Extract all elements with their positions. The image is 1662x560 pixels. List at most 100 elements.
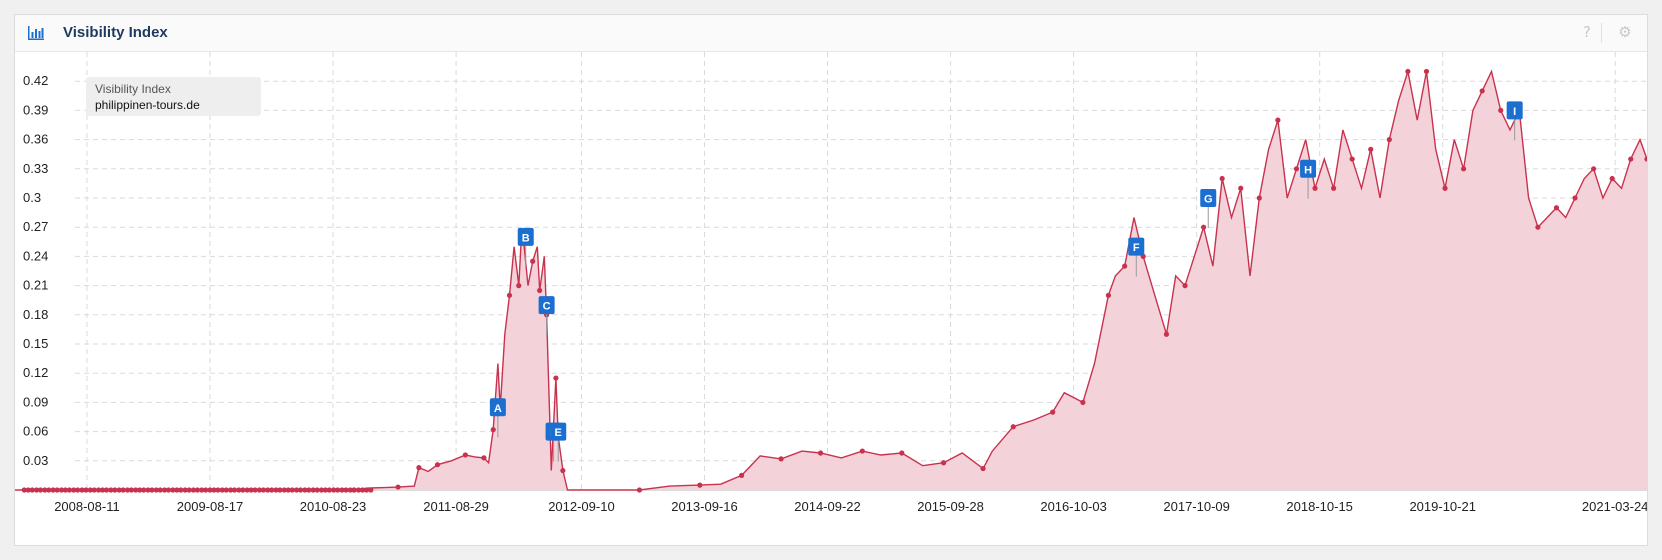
event-flag-label: H [1304,164,1312,176]
data-point [1628,156,1634,162]
x-tick-label: 2009-08-17 [177,499,244,514]
data-point [817,450,824,456]
data-point [462,452,468,458]
data-point [560,467,566,474]
data-point [351,487,357,493]
data-point [1386,137,1392,143]
data-point [1163,331,1170,337]
visibility-index-widget: Visibility Index ? ⚙ 0.03 0.06 0.09 0.12 0.1… [14,14,1648,546]
data-point [1256,195,1262,201]
data-point [980,465,986,472]
event-flag-label: C [543,301,551,313]
event-flag-label: G [1204,194,1213,206]
y-tick-label: 0.21 [23,278,48,293]
widget-title: Visibility Index [63,24,168,41]
x-tick-label: 2014-09-22 [794,499,861,514]
data-point [1405,68,1411,75]
data-point [697,482,703,488]
y-tick-label: 0.36 [23,132,48,147]
data-point [1461,166,1467,172]
x-tick-label: 2008-08-11 [54,499,120,514]
y-tick-label: 0.42 [23,73,48,88]
data-point [940,460,947,466]
data-point [1591,166,1597,172]
data-point [1368,146,1374,152]
y-tick-label: 0.12 [23,365,48,380]
data-point [1238,185,1244,191]
data-point [1105,292,1112,298]
data-point [899,450,905,456]
legend-label: Visibility Index [95,82,171,96]
event-flag-label: A [494,403,502,415]
data-point [1182,283,1188,289]
data-point [1535,224,1541,230]
y-tick-label: 0.24 [23,248,48,263]
visibility-area [15,71,1647,490]
data-point [1498,107,1504,113]
gear-icon[interactable]: ⚙ [1616,23,1634,41]
y-tick-label: 0.3 [23,190,41,205]
data-point [1331,185,1337,191]
data-point [1080,399,1086,405]
data-point [1349,156,1355,162]
data-point [1423,68,1430,75]
y-tick-label: 0.33 [23,161,48,176]
data-point [739,472,745,478]
event-flag-label: F [1133,242,1140,254]
data-point [490,427,496,433]
data-point [530,258,536,264]
data-point [859,448,865,454]
y-tick-label: 0.27 [23,219,48,234]
x-tick-label: 2012-09-10 [548,499,615,514]
data-point [1219,175,1225,182]
header-divider [1601,23,1602,43]
data-point [395,484,401,490]
data-point [481,455,487,461]
widget-header: Visibility Index ? ⚙ [15,15,1647,52]
data-point [368,487,374,493]
y-tick-label: 0.15 [23,336,48,351]
data-point [416,465,422,471]
help-icon[interactable]: ? [1578,23,1596,41]
event-flag-g[interactable]: G [1200,189,1217,228]
event-flag-label: E [555,427,562,439]
data-point [1122,263,1128,269]
x-tick-label: 2018-10-15 [1286,499,1353,514]
data-point [778,456,784,462]
data-point [537,287,543,294]
x-tick-label: 2021-03-24 [1582,499,1647,514]
x-tick-label: 2015-09-28 [917,499,984,514]
bar-chart-icon [28,26,44,40]
data-point [1275,117,1281,123]
data-point [1479,88,1485,94]
data-point [553,375,559,381]
data-point [434,462,441,468]
x-tick-label: 2016-10-03 [1040,499,1107,514]
data-point [1609,175,1615,182]
data-point [506,292,513,298]
y-tick-label: 0.06 [23,424,48,439]
chart-legend: Visibility Index philippinen-tours.de [86,77,261,116]
data-point [636,487,643,493]
y-tick-label: 0.03 [23,453,48,468]
legend-domain: philippinen-tours.de [95,98,200,112]
data-point [1050,409,1056,415]
y-axis: 0.03 0.06 0.09 0.12 0.15 0.18 0.21 0.24 0.27 0.3 0… [23,73,48,468]
x-tick-label: 2013-09-16 [671,499,738,514]
data-point [1010,424,1016,430]
x-axis: 2008-08-11 2009-08-17 2010-08-23 2011-08-29… [15,489,1647,514]
y-tick-label: 0.39 [23,102,48,117]
data-point [1572,195,1578,201]
y-tick-label: 0.18 [23,307,48,322]
event-flag-label: I [1513,106,1516,118]
data-point [1442,185,1448,191]
x-tick-label: 2017-10-09 [1163,499,1230,514]
visibility-chart: 0.03 0.06 0.09 0.12 0.15 0.18 0.21 0.24 0.27 0.3 0… [15,52,1647,514]
x-tick-label: 2010-08-23 [300,499,367,514]
data-point [1293,166,1300,172]
data-point [1312,185,1318,191]
data-point [516,283,522,289]
y-tick-label: 0.09 [23,394,48,409]
data-point [1553,205,1560,211]
data-point [1200,224,1207,230]
